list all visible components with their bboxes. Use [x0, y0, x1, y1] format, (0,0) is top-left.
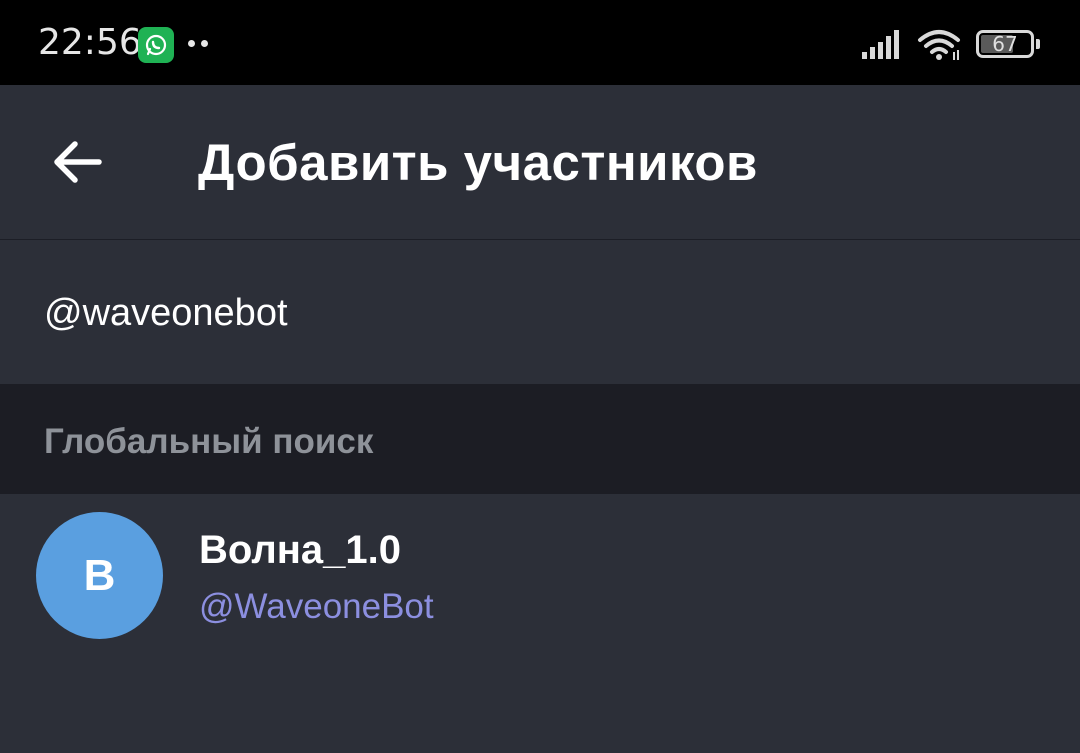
wifi-icon: [917, 28, 963, 67]
search-input[interactable]: [44, 288, 1024, 338]
result-username: @WaveoneBot: [199, 587, 434, 626]
section-title: Глобальный поиск: [44, 422, 374, 461]
page-title: Добавить участников: [198, 134, 758, 191]
empty-area: [0, 658, 1080, 753]
search-area: [0, 240, 1080, 384]
whatsapp-icon: [138, 27, 174, 63]
battery-icon: 67: [976, 30, 1040, 60]
avatar-letter: B: [83, 550, 116, 600]
result-name: Волна_1.0: [199, 528, 401, 572]
battery-level: 67: [992, 32, 1018, 56]
screen: 22:56 67 Добавить участников @waveonebot…: [0, 0, 1080, 753]
signal-bars-icon: [860, 28, 904, 65]
avatar: B: [36, 512, 163, 639]
status-bar: 22:56 67: [0, 0, 1080, 85]
back-button[interactable]: [40, 125, 114, 199]
notification-dots-icon: [186, 40, 210, 48]
arrow-left-icon: [54, 141, 102, 183]
status-time: 22:56: [38, 22, 142, 63]
list-item[interactable]: B Волна_1.0 @WaveoneBot: [0, 494, 1080, 658]
section-header: Глобальный поиск: [0, 384, 1080, 494]
app-header: Добавить участников: [0, 85, 1080, 240]
